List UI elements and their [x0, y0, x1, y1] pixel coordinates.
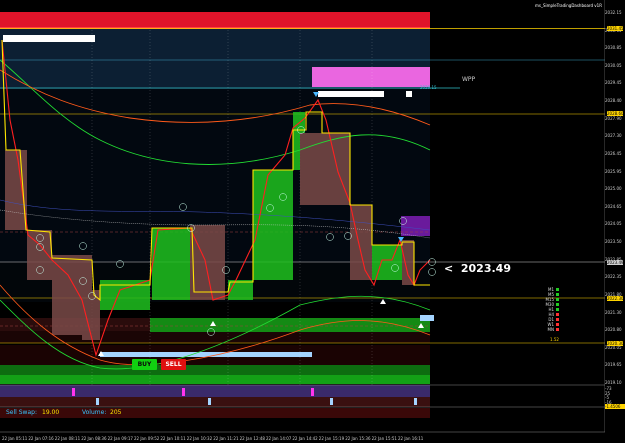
- price-axis-label: 2029.45: [605, 80, 622, 86]
- price-axis-label: 2028.40: [605, 98, 622, 104]
- price-axis-label: 2025.95: [605, 168, 622, 174]
- wpp-value: 2029.15: [420, 85, 437, 90]
- trend-status-icon: [556, 328, 559, 331]
- price-axis-label: 2027.90: [605, 115, 622, 121]
- price-axis-label: 2026.45: [605, 150, 622, 156]
- price-axis-label: 2021.30: [605, 309, 622, 315]
- spread-label: 1.52: [550, 337, 559, 342]
- price-axis-label: 2024.05: [605, 221, 622, 227]
- time-axis-label: 22 Jan 12:48: [239, 436, 265, 441]
- time-axis-label: 22 Jan 16:11: [398, 436, 424, 441]
- time-axis-label: 22 Jan 10:11: [160, 436, 186, 441]
- price-chart-area[interactable]: [0, 0, 605, 443]
- price-axis-label: 2020.80: [605, 327, 622, 333]
- price-level-badge: 2020.30: [607, 341, 624, 346]
- time-axis-label: 22 Jan 08:36: [81, 436, 107, 441]
- time-axis-label: 22 Jan 14:42: [292, 436, 318, 441]
- price-axis-label: 2019.65: [605, 362, 622, 368]
- price-axis-label: 2025.00: [605, 186, 622, 192]
- time-axis-label: 22 Jan 05:11: [2, 436, 28, 441]
- price-axis-label: 2023.50: [605, 239, 622, 245]
- trend-status-icon: [556, 303, 559, 306]
- trend-status-icon: [556, 298, 559, 301]
- price-level-badge: 2031.45: [607, 26, 624, 31]
- trend-status-icon: [556, 308, 559, 311]
- price-axis-label: 2024.65: [605, 203, 622, 209]
- sell-swap-label: Sell Swap:: [6, 409, 37, 416]
- price-level-badge: 2028.60: [607, 111, 624, 116]
- price-level-badge: 2023.49: [607, 260, 624, 265]
- time-axis-label: 22 Jan 07:16: [28, 436, 54, 441]
- price-axis-label: 2030.85: [605, 45, 622, 51]
- wpp-label: WPP: [462, 76, 476, 83]
- current-price-label: < 2023.49: [444, 262, 511, 275]
- timeframe-row: MN: [543, 327, 559, 332]
- time-axis-label: 22 Jan 08:11: [54, 436, 81, 441]
- buy-button[interactable]: BUY: [132, 359, 157, 370]
- price-level-badge: 2022.30: [607, 296, 624, 301]
- trend-status-icon: [556, 323, 559, 326]
- trading-chart-window: ms_SimpleTradingDashboard v1R WPP 2029.1…: [0, 0, 625, 443]
- time-axis-label: 22 Jan 09:52: [134, 436, 160, 441]
- price-axis-label: 2032.15: [605, 10, 622, 15]
- price-axis-label: 2022.35: [605, 274, 622, 280]
- price-axis-label: 2030.05: [605, 62, 622, 68]
- time-axis-label: 22 Jan 11:21: [213, 436, 239, 441]
- timeframe-label: MN: [547, 327, 554, 332]
- bottom-info-bar: Sell Swap: 19.00 Volume: 205: [0, 408, 430, 418]
- oscillator-axis-label: -1.4506: [605, 404, 625, 409]
- volume-value: 205: [110, 409, 122, 416]
- time-axis-label: 22 Jan 09:17: [107, 436, 133, 441]
- price-axis-label: 2027.30: [605, 133, 622, 139]
- sell-button[interactable]: SELL: [161, 359, 186, 370]
- sell-swap-value: 19.00: [42, 409, 60, 416]
- time-axis-label: 22 Jan 15:51: [371, 436, 397, 441]
- trend-status-icon: [556, 313, 559, 316]
- price-axis-label: 2019.10: [605, 380, 622, 385]
- trend-status-icon: [556, 293, 559, 296]
- time-axis-label: 22 Jan 10:32: [186, 436, 213, 441]
- trend-status-icon: [556, 318, 559, 321]
- volume-label: Volume:: [82, 409, 107, 416]
- time-axis-label: 22 Jan 15:36: [345, 436, 371, 441]
- time-axis-label: 22 Jan 14:07: [266, 436, 292, 441]
- trend-status-icon: [556, 288, 559, 291]
- time-axis-label: 22 Jan 15:19: [318, 436, 345, 441]
